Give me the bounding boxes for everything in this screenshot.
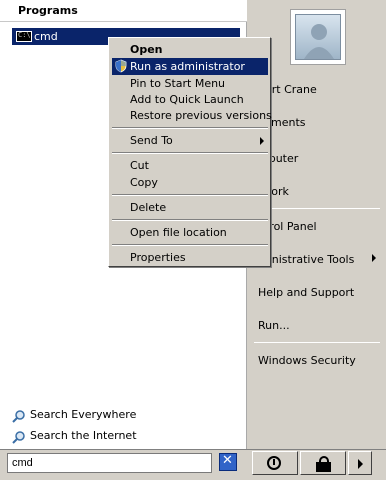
chevron-right-icon bbox=[358, 459, 363, 469]
menu-item-label: Restore previous versions bbox=[130, 109, 272, 122]
programs-header-label: Programs bbox=[18, 4, 78, 17]
menu-item-label: Open file location bbox=[130, 226, 227, 239]
menu-item-label: Delete bbox=[130, 201, 167, 214]
menu-item-label: Open bbox=[130, 43, 163, 56]
menu-item-label: Send To bbox=[130, 134, 173, 147]
lock-button[interactable] bbox=[300, 451, 346, 475]
magnifier-icon bbox=[12, 431, 25, 444]
power-button[interactable] bbox=[252, 451, 298, 475]
menu-item-label: Pin to Start Menu bbox=[130, 77, 226, 90]
run-item[interactable]: Run... bbox=[258, 319, 290, 332]
menu-item-delete[interactable]: Delete bbox=[112, 199, 268, 216]
program-item-label: cmd bbox=[34, 30, 58, 43]
menu-item-label: Run as administrator bbox=[130, 60, 245, 73]
menu-item-label: Copy bbox=[130, 176, 158, 189]
menu-item-properties[interactable]: Properties bbox=[112, 249, 268, 266]
menu-item-label: Properties bbox=[130, 251, 186, 264]
menu-item-label: Add to Quick Launch bbox=[130, 93, 244, 106]
menu-item-open[interactable]: Open bbox=[112, 41, 268, 58]
menu-separator bbox=[112, 244, 268, 246]
lock-icon-body bbox=[316, 462, 331, 472]
divider bbox=[254, 208, 380, 209]
administrative-tools-item[interactable]: ministrative Tools bbox=[258, 253, 354, 266]
search-input[interactable] bbox=[7, 453, 212, 473]
shutdown-options-button[interactable] bbox=[348, 451, 372, 475]
uac-shield-icon bbox=[115, 59, 127, 73]
menu-separator bbox=[112, 152, 268, 154]
clear-search-button[interactable]: ✕ bbox=[219, 453, 237, 471]
menu-item-label: Cut bbox=[130, 159, 149, 172]
menu-item-run-as-administrator[interactable]: Run as administrator bbox=[112, 58, 268, 75]
close-icon: ✕ bbox=[222, 453, 233, 468]
menu-item-add-to-quick-launch[interactable]: Add to Quick Launch bbox=[112, 91, 268, 108]
magnifier-icon bbox=[12, 410, 25, 423]
chevron-right-icon bbox=[260, 137, 264, 145]
divider bbox=[254, 342, 380, 343]
chevron-right-icon bbox=[372, 254, 376, 262]
menu-item-restore-previous-versions[interactable]: Restore previous versions bbox=[112, 107, 272, 124]
user-picture-icon bbox=[295, 14, 341, 60]
search-link-label: Search Everywhere bbox=[30, 408, 137, 421]
menu-separator bbox=[112, 194, 268, 196]
menu-item-open-file-location[interactable]: Open file location bbox=[112, 224, 268, 241]
console-icon: C:\ bbox=[16, 31, 32, 42]
menu-item-cut[interactable]: Cut bbox=[112, 157, 268, 174]
menu-item-pin-to-start-menu[interactable]: Pin to Start Menu bbox=[112, 75, 268, 92]
menu-item-send-to[interactable]: Send To bbox=[112, 132, 268, 149]
context-menu: Open Run as administrator Pin to Start M… bbox=[108, 37, 272, 267]
menu-item-copy[interactable]: Copy bbox=[112, 174, 268, 191]
user-avatar[interactable] bbox=[290, 9, 346, 65]
windows-security-item[interactable]: Windows Security bbox=[258, 354, 356, 367]
help-support-item[interactable]: Help and Support bbox=[258, 286, 354, 299]
power-icon-bar bbox=[273, 459, 275, 465]
menu-separator bbox=[112, 127, 268, 129]
menu-separator bbox=[112, 219, 268, 221]
programs-header: Programs bbox=[0, 0, 247, 22]
search-link-label: Search the Internet bbox=[30, 429, 137, 442]
